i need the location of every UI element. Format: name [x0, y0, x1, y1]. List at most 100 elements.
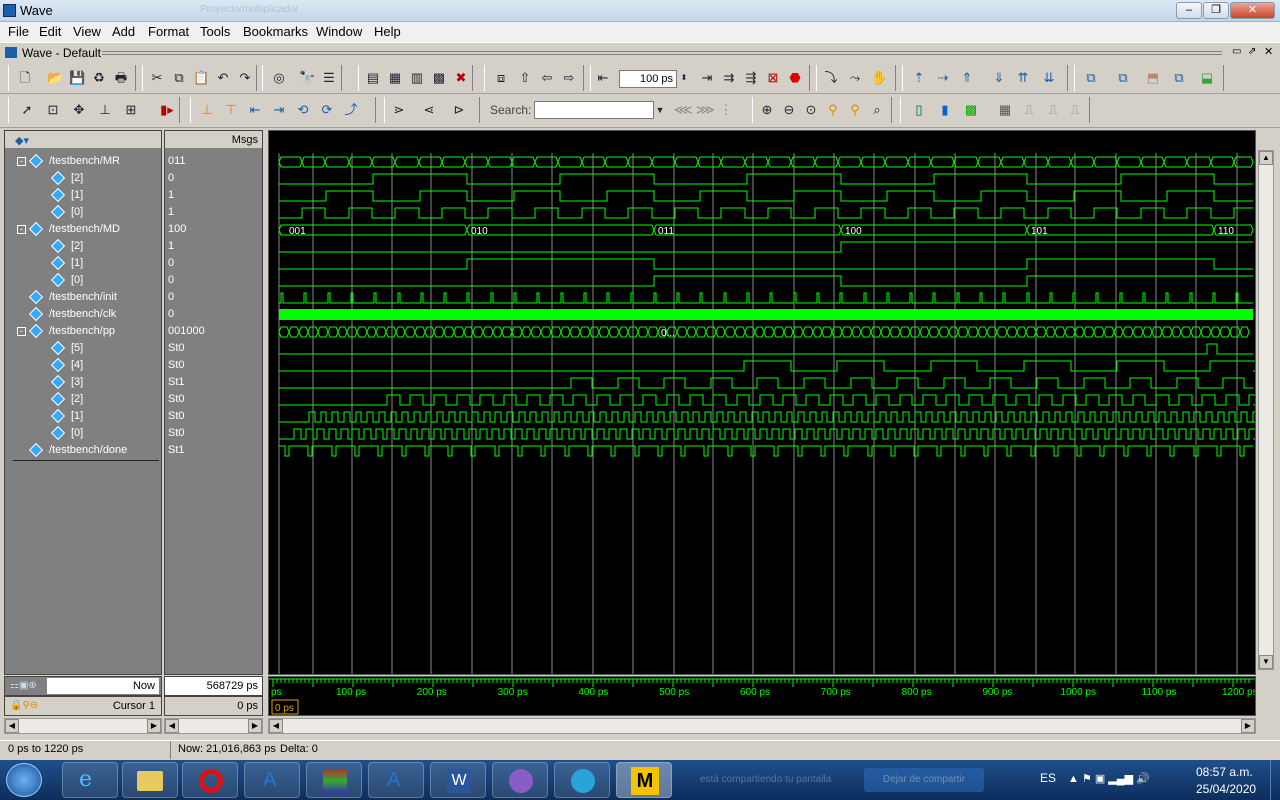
next-rising-icon[interactable]: ⤴ [343, 102, 359, 118]
expand-toggle-icon[interactable]: - [17, 157, 26, 166]
clock-date[interactable]: 25/04/2020 [1196, 782, 1256, 796]
signal-row[interactable]: [5] [5, 340, 161, 357]
edit-mode-icon[interactable]: ⊥ [97, 102, 113, 118]
editor-icon[interactable]: A [244, 762, 300, 798]
language-indicator[interactable]: ES [1040, 771, 1056, 785]
timeline-ruler[interactable]: ps 100 ps 200 ps 300 ps 400 ps 500 ps 600 ps 70… [268, 676, 1258, 716]
now-icons[interactable]: ⚏▣⊕ [10, 680, 37, 691]
collapse-time-icon[interactable]: ⋖ [421, 102, 437, 118]
signal-row[interactable]: [2] [5, 170, 161, 187]
search-dropdown-icon[interactable]: ▼ [652, 102, 668, 118]
signal-row[interactable]: [1] [5, 187, 161, 204]
zoom-between-icon[interactable]: ⚲ [847, 102, 863, 118]
layout-a-icon[interactable]: ⧉ [1083, 70, 1099, 86]
app-cat-icon[interactable] [492, 762, 548, 798]
paste-icon[interactable]: 📋 [193, 70, 209, 86]
format-analog-icon[interactable]: ▦ [997, 102, 1013, 118]
signal-row[interactable]: [0] [5, 425, 161, 442]
zoom-full-icon[interactable]: ⊙ [803, 102, 819, 118]
minimize-button[interactable]: ‒ [1176, 2, 1202, 19]
edge-fall-icon[interactable]: ⎍ [1045, 102, 1061, 118]
maximize-button[interactable]: ❐ [1203, 2, 1229, 19]
new-icon[interactable]: 🗋 [17, 70, 33, 86]
vertical-scrollbar[interactable]: ▲ ▼ [1258, 150, 1274, 670]
run-length-spinner[interactable]: ⬍ [679, 70, 689, 86]
signal-row[interactable]: [2] [5, 238, 161, 255]
signal-row[interactable]: /testbench/clk [5, 306, 161, 323]
chat-icon[interactable] [554, 762, 610, 798]
signal-row[interactable]: [3] [5, 374, 161, 391]
names-scroll-left[interactable]: ◀ [5, 719, 19, 733]
signal-row[interactable]: - /testbench/MR [5, 153, 161, 170]
word-icon[interactable]: W [430, 762, 486, 798]
menu-help[interactable]: Help [374, 24, 401, 39]
stop-share-button[interactable]: Dejar de compartir [864, 768, 984, 792]
run-length-input[interactable]: 100 ps [619, 70, 677, 88]
values-hscroll[interactable]: ◀ ▶ [164, 718, 263, 734]
step-over-icon[interactable]: ⤳ [847, 70, 863, 86]
find-icon[interactable]: 🔭 [299, 70, 315, 86]
simulate-icon[interactable]: ▥ [409, 70, 425, 86]
copy-icon[interactable]: ⧉ [171, 70, 187, 86]
menu-format[interactable]: Format [148, 24, 189, 39]
values-scroll-left[interactable]: ◀ [165, 719, 179, 733]
format-literal-icon[interactable]: ▯ [911, 102, 927, 118]
signal-row[interactable]: [0] [5, 204, 161, 221]
layout-b-icon[interactable]: ⧉ [1115, 70, 1131, 86]
menu-view[interactable]: View [73, 24, 101, 39]
up-signal-icon[interactable]: ⇑ [959, 70, 975, 86]
wave-hscroll[interactable]: ◀ ▶ [268, 718, 1256, 734]
next-transition-icon[interactable]: ⇥ [271, 102, 287, 118]
expand-time-icon[interactable]: ⋗ [391, 102, 407, 118]
clock-time[interactable]: 08:57 a.m. [1196, 765, 1253, 779]
signal-row[interactable]: /testbench/init [5, 289, 161, 306]
expand-icon[interactable]: ⇈ [1015, 70, 1031, 86]
prev-edge-icon[interactable]: ⇡ [911, 70, 927, 86]
restart-icon[interactable]: ⇤ [595, 70, 611, 86]
layers-icon[interactable]: ◆▾ [15, 134, 29, 147]
signal-row[interactable]: [0] [5, 272, 161, 289]
find-replace-icon[interactable]: ☰ [321, 70, 337, 86]
pan-mode-icon[interactable]: ✥ [71, 102, 87, 118]
forward-icon[interactable]: ⇨ [561, 70, 577, 86]
values-scroll-right[interactable]: ▶ [248, 719, 262, 733]
continue-icon[interactable]: ⇉ [721, 70, 737, 86]
measure-mode-icon[interactable]: ⊞ [123, 102, 139, 118]
zoom-mode-icon[interactable]: ⊡ [45, 102, 61, 118]
cut-icon[interactable]: ✂ [149, 70, 165, 86]
run-all-icon[interactable]: ⇶ [743, 70, 759, 86]
compile-all-icon[interactable]: ▦ [387, 70, 403, 86]
menu-window[interactable]: Window [316, 24, 362, 39]
collapse-icon[interactable]: ⇊ [1041, 70, 1057, 86]
layout-d-icon[interactable]: ⧉ [1171, 70, 1187, 86]
end-sim-icon[interactable]: ✖ [453, 70, 469, 86]
env-icon[interactable]: ⧈ [493, 70, 509, 86]
signal-row[interactable]: [1] [5, 255, 161, 272]
waveform-pane[interactable]: 001 010 011 100 101 110 0... [268, 130, 1263, 675]
print-icon[interactable]: 🖶 [113, 70, 129, 86]
search-input[interactable] [534, 101, 654, 119]
break-icon[interactable]: ▩ [431, 70, 447, 86]
show-desktop-button[interactable] [1270, 760, 1280, 800]
cursor-icons[interactable]: 🔒⚲⊖ [10, 700, 38, 711]
search-options-icon[interactable]: ⋮ [718, 102, 734, 118]
insert-cursor-icon[interactable]: ⊥ [199, 102, 215, 118]
stop-wave-icon[interactable]: ▮▸ [159, 102, 175, 118]
redo-icon[interactable]: ↷ [237, 70, 253, 86]
signal-row[interactable]: [4] [5, 357, 161, 374]
signal-row[interactable]: - /testbench/MD [5, 221, 161, 238]
step-icon[interactable]: ⤵ [823, 70, 839, 86]
save-icon[interactable]: 💾 [69, 70, 85, 86]
prev-falling-icon[interactable]: ⟲ [295, 102, 311, 118]
zoom-in-icon[interactable]: ⊕ [759, 102, 775, 118]
search-prev-icon[interactable]: ⋘ [674, 102, 693, 118]
winrar-icon[interactable] [306, 762, 362, 798]
signal-row[interactable]: [2] [5, 391, 161, 408]
names-scroll-right[interactable]: ▶ [147, 719, 161, 733]
down-signal-icon[interactable]: ⇓ [991, 70, 1007, 86]
close-button[interactable]: ✕ [1230, 2, 1275, 19]
layout-e-icon[interactable]: ⬓ [1199, 70, 1215, 86]
search-next-icon[interactable]: ⋙ [696, 102, 715, 118]
format-logic-icon[interactable]: ▮ [937, 102, 953, 118]
delete-cursor-icon[interactable]: ⊤ [223, 102, 239, 118]
